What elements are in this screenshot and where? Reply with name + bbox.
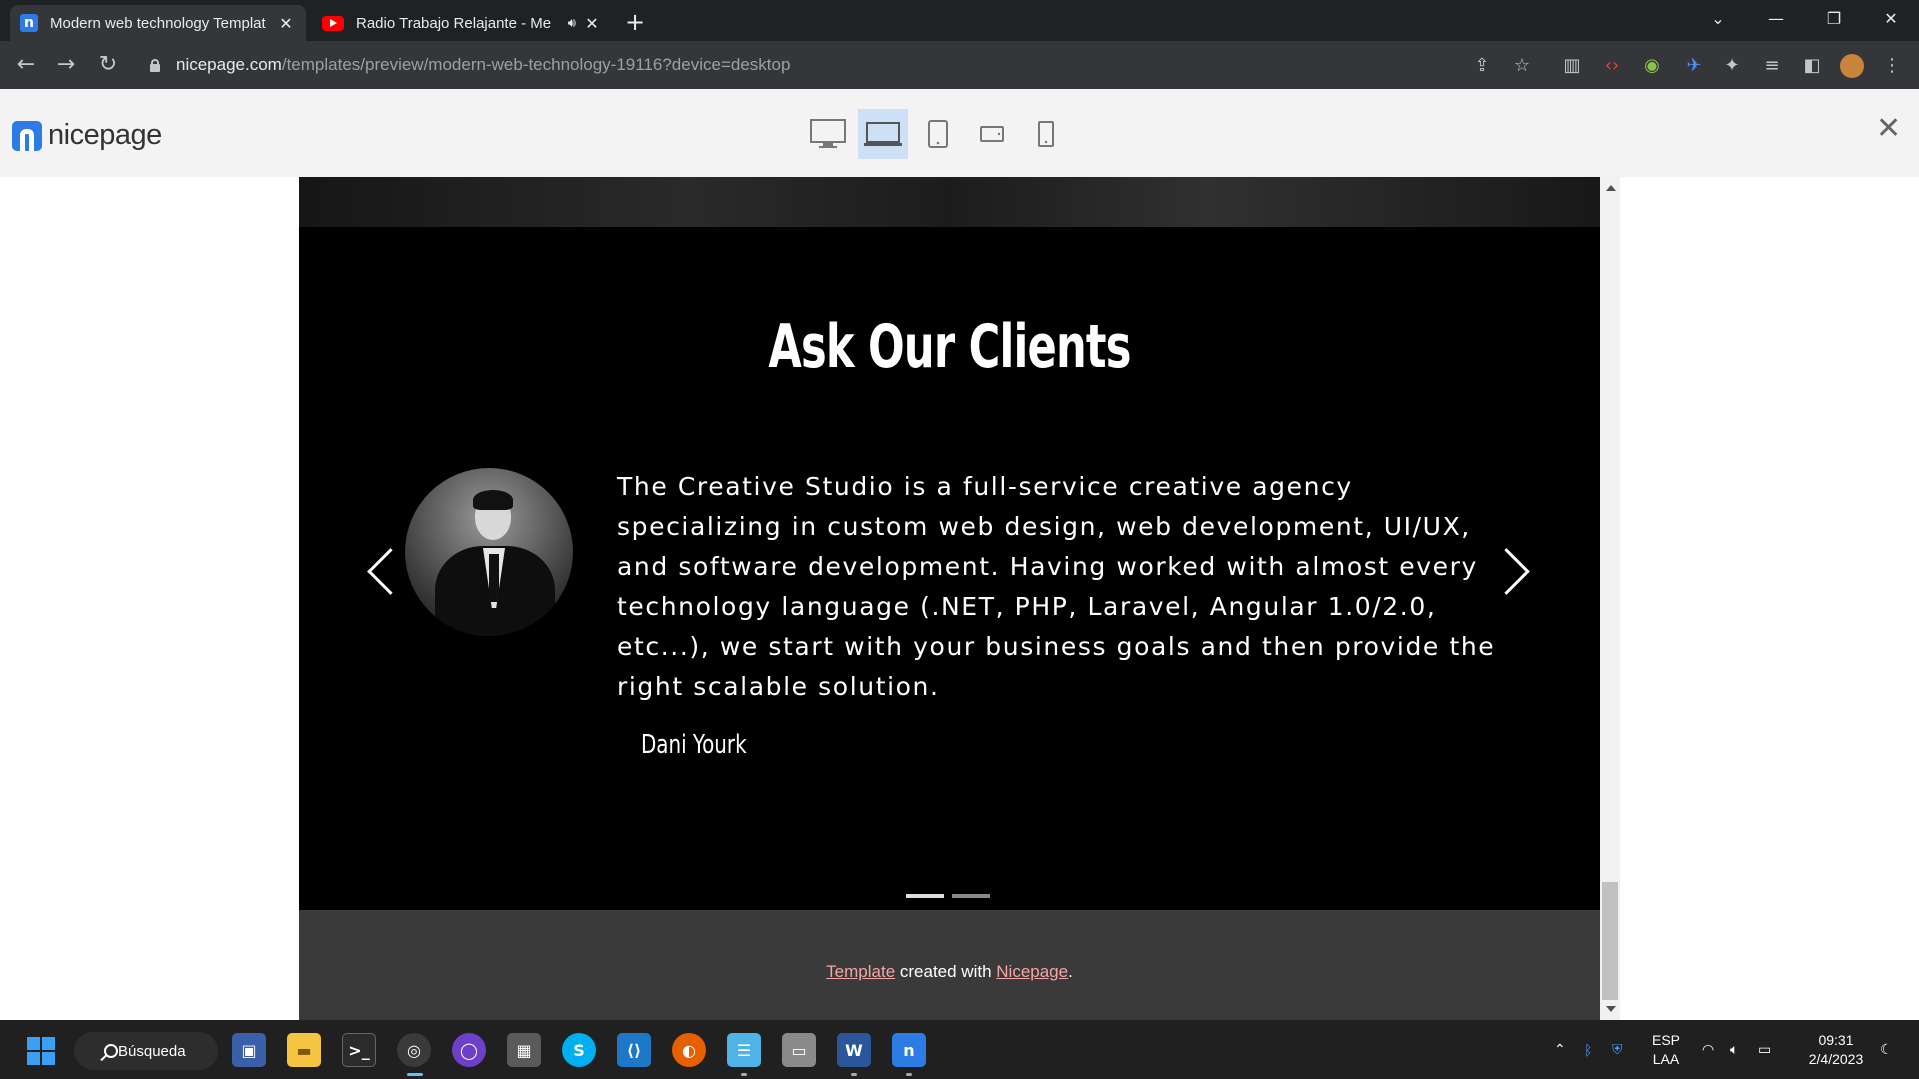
- preview-scrollbar[interactable]: [1600, 177, 1620, 1020]
- tab-modern-web-technology[interactable]: n Modern web technology Templat ✕: [10, 5, 306, 41]
- windows-taskbar: Búsqueda ▣ ▬ >_ ◎ ◯ ▦ S ⟨⟩ ◐ ☰ ▭ W n ⌃ ᛒ…: [0, 1020, 1919, 1079]
- notepad-icon[interactable]: ☰: [727, 1033, 761, 1076]
- chrome-icon[interactable]: ◎: [397, 1033, 431, 1076]
- terminal-icon[interactable]: >_: [342, 1033, 376, 1067]
- slider-next-arrow-icon[interactable]: [1496, 547, 1526, 597]
- lock-icon[interactable]: [150, 59, 160, 72]
- word-icon[interactable]: W: [837, 1033, 871, 1076]
- laptop-icon: [864, 122, 902, 146]
- nicepage-link[interactable]: Nicepage: [996, 962, 1068, 981]
- skype-icon[interactable]: S: [562, 1033, 596, 1067]
- slider-indicator[interactable]: [906, 894, 944, 898]
- wifi-icon[interactable]: ◠: [1702, 1020, 1724, 1079]
- bluetooth-icon[interactable]: ᛒ: [1584, 1020, 1604, 1079]
- tab-title: Radio Trabajo Relajante - Me: [356, 14, 552, 32]
- restore-button[interactable]: ❐: [1806, 0, 1862, 36]
- tab-radio-trabajo[interactable]: Radio Trabajo Relajante - Me 🔊︎ ✕: [312, 5, 612, 41]
- extension-translate-icon[interactable]: ✈: [1682, 54, 1706, 78]
- search-label: Búsqueda: [118, 1042, 186, 1060]
- language-indicator[interactable]: ESP LAA: [1648, 1020, 1684, 1079]
- address-bar[interactable]: nicepage.com/templates/preview/modern-we…: [140, 48, 1540, 82]
- nicepage-favicon-icon: n: [20, 14, 38, 32]
- extension-color-icon[interactable]: ◉: [1640, 54, 1664, 78]
- nicepage-logo-icon: [12, 120, 42, 151]
- audio-playing-icon[interactable]: 🔊︎: [568, 16, 576, 31]
- hero-image-strip: [299, 177, 1600, 227]
- page-footer: Template created with Nicepage.: [299, 910, 1600, 1020]
- browser-tab-strip: n Modern web technology Templat ✕ Radio …: [0, 0, 1919, 41]
- extensions-puzzle-icon[interactable]: ✦: [1720, 54, 1744, 78]
- template-link[interactable]: Template: [826, 962, 895, 981]
- nicepage-logo-text: nicepage: [48, 119, 162, 151]
- battery-icon[interactable]: ▭: [1758, 1020, 1780, 1079]
- remote-desktop-icon[interactable]: ▣: [232, 1033, 266, 1067]
- volume-icon[interactable]: 🔈︎: [1730, 1020, 1752, 1079]
- reload-icon[interactable]: ↻: [94, 51, 122, 79]
- testimonial-author: Dani Yourk: [641, 730, 747, 760]
- tab-title: Modern web technology Templat: [50, 14, 266, 32]
- nicepage-app-icon[interactable]: n: [892, 1033, 926, 1076]
- footer-text: created with: [895, 962, 997, 981]
- slider-prev-arrow-icon[interactable]: [364, 547, 394, 597]
- slider-indicator[interactable]: [952, 894, 990, 898]
- phone-icon: [1038, 121, 1054, 147]
- device-laptop-button[interactable]: [858, 109, 908, 159]
- scroll-up-icon[interactable]: [1606, 185, 1616, 191]
- device-phone-landscape-button[interactable]: [974, 109, 1010, 159]
- security-shield-icon[interactable]: ⛨: [1612, 1020, 1634, 1079]
- clock[interactable]: 09:31 2/4/2023: [1800, 1020, 1872, 1079]
- clock-date: 2/4/2023: [1808, 1050, 1864, 1067]
- new-tab-button[interactable]: +: [620, 8, 650, 38]
- hidden-icons-chevron-icon[interactable]: ⌃: [1554, 1020, 1574, 1079]
- profile-avatar[interactable]: [1840, 54, 1864, 78]
- back-arrow-icon[interactable]: ←: [12, 51, 40, 79]
- github-desktop-icon[interactable]: ◯: [452, 1033, 486, 1067]
- device-phone-button[interactable]: [1028, 109, 1064, 159]
- desktop-icon: [810, 119, 846, 148]
- calculator-icon[interactable]: ▦: [507, 1033, 541, 1067]
- close-preview-icon[interactable]: ✕: [1876, 111, 1901, 146]
- menu-kebab-icon[interactable]: ⋮: [1880, 54, 1904, 78]
- close-window-button[interactable]: ✕: [1863, 0, 1919, 36]
- extension-code-icon[interactable]: ‹›: [1600, 54, 1624, 78]
- preview-header: nicepage ✕: [0, 89, 1919, 177]
- phone-landscape-icon: [980, 126, 1004, 142]
- tab-close-icon[interactable]: ✕: [582, 14, 602, 33]
- tablet-icon: [928, 120, 948, 148]
- vscode-icon[interactable]: ⟨⟩: [617, 1033, 651, 1067]
- bookmark-star-icon[interactable]: ☆: [1510, 54, 1534, 78]
- slider-indicators: [906, 894, 990, 898]
- scroll-down-icon[interactable]: [1606, 1006, 1616, 1012]
- youtube-favicon-icon: [322, 15, 344, 31]
- lang-code: ESP: [1651, 1031, 1680, 1048]
- side-panel-icon[interactable]: ◧: [1800, 54, 1824, 78]
- lang-layout: LAA: [1652, 1050, 1680, 1067]
- client-avatar: [405, 468, 573, 636]
- clock-time: 09:31: [1818, 1031, 1854, 1048]
- template-preview: Ask Our Clients The Creative Studio is a…: [299, 177, 1600, 1020]
- url-text[interactable]: nicepage.com/templates/preview/modern-we…: [176, 55, 790, 75]
- testimonial-quote: The Creative Studio is a full-service cr…: [617, 472, 1496, 701]
- firefox-icon[interactable]: ◐: [672, 1033, 706, 1067]
- minimize-button[interactable]: —: [1748, 0, 1804, 36]
- tab-search-icon[interactable]: ⌄: [1690, 0, 1746, 36]
- taskbar-search-button[interactable]: Búsqueda: [74, 1032, 218, 1070]
- device-desktop-button[interactable]: [805, 109, 851, 159]
- file-explorer-icon[interactable]: ▬: [287, 1033, 321, 1067]
- footer-period: .: [1068, 962, 1073, 981]
- share-icon[interactable]: ⇪: [1470, 54, 1494, 78]
- media-queue-icon[interactable]: ≡: [1760, 54, 1784, 78]
- device-tablet-button[interactable]: [920, 109, 956, 159]
- window-app-icon[interactable]: ▭: [782, 1033, 816, 1067]
- browser-toolbar: ← → ↻ nicepage.com/templates/preview/mod…: [0, 41, 1919, 89]
- scroll-thumb[interactable]: [1602, 882, 1618, 1000]
- section-title: Ask Our Clients: [768, 312, 1131, 382]
- tab-close-icon[interactable]: ✕: [276, 14, 296, 33]
- windows-start-icon[interactable]: [27, 1037, 55, 1065]
- nicepage-logo[interactable]: nicepage: [12, 119, 162, 152]
- notifications-moon-icon[interactable]: ☾: [1880, 1020, 1902, 1079]
- extension-reader-icon[interactable]: ▥: [1560, 54, 1584, 78]
- forward-arrow-icon[interactable]: →: [52, 51, 80, 79]
